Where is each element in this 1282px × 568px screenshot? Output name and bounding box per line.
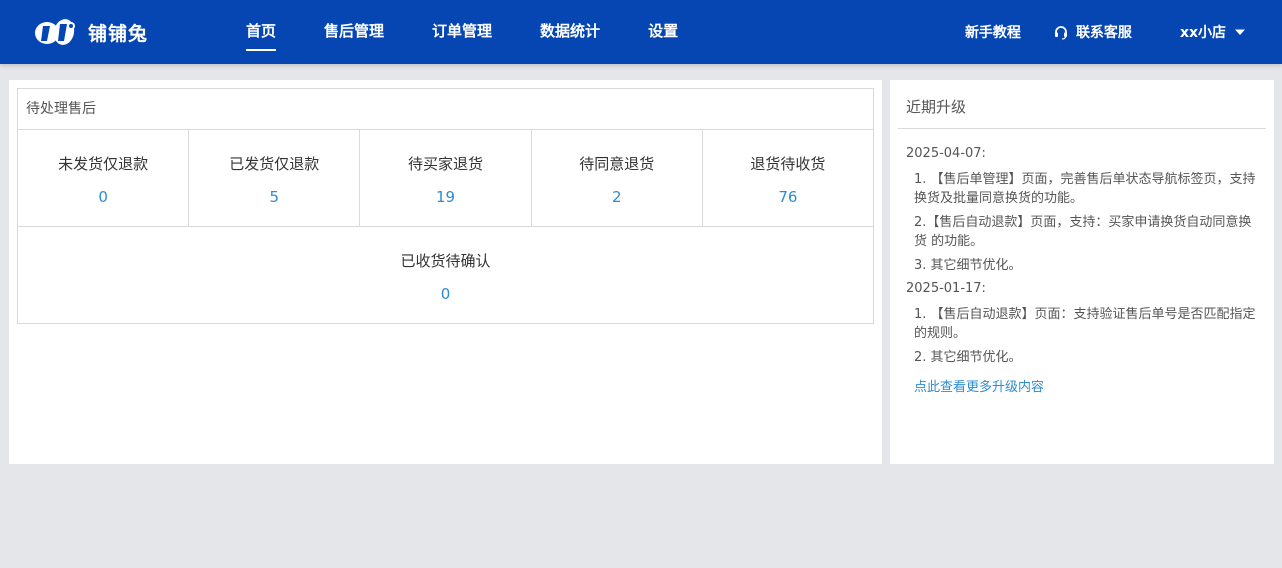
upgrade-item: 1. 【售后自动退款】页面：支持验证售后单号是否匹配指定的规则。 [914,307,1256,341]
stats-row: 未发货仅退款 0 已发货仅退款 5 待买家退货 19 待同意退货 2 退货待收货… [18,130,873,227]
tutorial-link[interactable]: 新手教程 [965,22,1021,42]
stat-received-awaiting-confirmation[interactable]: 已收货待确认 0 [18,227,873,323]
header-right-links: 新手教程 联系客服 xx小店 [965,0,1282,64]
stat-label: 退货待收货 [750,155,826,173]
upgrade-log: 2025-04-07: 1. 【售后单管理】页面，完善售后单状态导航标签页，支持… [890,129,1274,395]
shop-name: xx小店 [1179,25,1226,41]
stat-value[interactable]: 19 [360,187,530,207]
nav-item-statistics[interactable]: 数据统计 [514,0,622,64]
customer-service-label: 联系客服 [1075,25,1132,41]
upgrade-item: 2.【售后自动退款】页面，支持：买家申请换货自动同意换货 的功能。 [914,215,1252,249]
pending-after-sales-card: 待处理售后 未发货仅退款 0 已发货仅退款 5 待买家退货 19 待同意退货 2… [17,88,874,324]
upgrade-entry: 2025-04-07: 1. 【售后单管理】页面，完善售后单状态导航标签页，支持… [906,145,1258,275]
more-upgrades-link[interactable]: 点此查看更多升级内容 [906,376,1258,395]
stat-unshipped-refund-only[interactable]: 未发货仅退款 0 [18,130,190,226]
stat-awaiting-return-approval[interactable]: 待同意退货 2 [532,130,703,226]
nav-item-after-sales[interactable]: 售后管理 [298,0,406,64]
customer-service-link[interactable]: 联系客服 [1053,22,1132,42]
stat-label: 已发货仅退款 [229,155,320,173]
upgrade-item: 1. 【售后单管理】页面，完善售后单状态导航标签页，支持换货及批量同意换货的功能… [914,172,1256,206]
card-title: 待处理售后 [18,89,873,130]
nav-item-settings[interactable]: 设置 [622,0,700,64]
stat-shipped-refund-only[interactable]: 已发货仅退款 5 [189,130,361,226]
rabbit-logo-icon [34,16,80,48]
caret-down-icon [1234,26,1246,38]
top-navigation-bar: 铺铺兔 首页 售后管理 订单管理 数据统计 设置 新手教程 联系客服 xx小店 [0,0,1282,64]
upgrade-date: 2025-04-07: [906,146,986,161]
stat-value[interactable]: 0 [18,284,873,304]
stat-label: 未发货仅退款 [58,155,149,173]
shop-dropdown[interactable]: xx小店 [1180,22,1246,42]
stat-awaiting-buyer-return[interactable]: 待买家退货 19 [360,130,532,226]
pending-after-sales-panel: 待处理售后 未发货仅退款 0 已发货仅退款 5 待买家退货 19 待同意退货 2… [9,80,882,464]
nav-item-home[interactable]: 首页 [224,0,298,64]
upgrade-date: 2025-01-17: [906,281,986,296]
stat-value[interactable]: 76 [703,187,873,207]
upgrade-item: 3. 其它细节优化。 [914,258,1022,273]
stat-return-awaiting-receipt[interactable]: 退货待收货 76 [703,130,873,226]
stat-value[interactable]: 2 [532,187,702,207]
stat-value[interactable]: 0 [18,187,188,207]
nav-item-orders[interactable]: 订单管理 [406,0,514,64]
recent-upgrades-panel: 近期升级 2025-04-07: 1. 【售后单管理】页面，完善售后单状态导航标… [890,80,1274,464]
upgrade-entry: 2025-01-17: 1. 【售后自动退款】页面：支持验证售后单号是否匹配指定… [906,280,1258,367]
stat-value[interactable]: 5 [189,187,359,207]
stat-label: 待买家退货 [408,155,484,173]
brand-logo[interactable]: 铺铺兔 [34,15,148,49]
stat-label: 已收货待确认 [400,252,491,270]
brand-name: 铺铺兔 [88,22,149,45]
upgrade-item: 2. 其它细节优化。 [914,350,1022,365]
headset-icon [1053,24,1069,40]
stat-label: 待同意退货 [579,155,655,173]
main-nav: 首页 售后管理 订单管理 数据统计 设置 [224,0,700,64]
recent-upgrades-title: 近期升级 [898,80,1266,129]
